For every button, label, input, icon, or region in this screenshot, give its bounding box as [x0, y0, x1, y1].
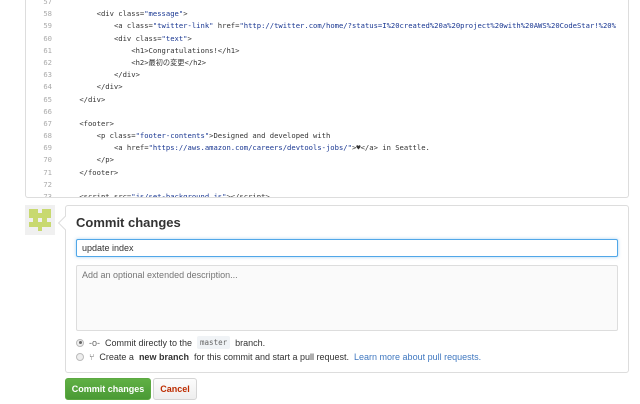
- option-bold-text: new branch: [138, 352, 189, 362]
- line-number[interactable]: 59: [26, 20, 52, 32]
- code-line: 60 <div class="text">: [26, 33, 628, 45]
- option-text: for this commit and start a pull request…: [193, 352, 350, 362]
- git-commit-icon: -o-: [89, 337, 100, 348]
- line-code: <a href="https://aws.amazon.com/careers/…: [113, 143, 430, 153]
- line-code: <div class="message">: [96, 9, 188, 19]
- line-code: </p>: [96, 155, 114, 165]
- code-line: 64 </div>: [26, 81, 628, 93]
- line-code: <div class="text">: [113, 33, 192, 43]
- line-code: <h1>Congratulations!</h1>: [131, 45, 240, 55]
- avatar: [25, 205, 55, 235]
- line-number[interactable]: 58: [26, 8, 52, 20]
- line-code: <a class="twitter-link" href="http://twi…: [113, 21, 616, 31]
- new-branch-option[interactable]: ⑂ Create a new branch for this commit an…: [76, 352, 481, 362]
- line-code: <script src="js/set-background.js"></scr…: [79, 192, 270, 198]
- code-line: 70 </p>: [26, 154, 628, 166]
- line-number[interactable]: 57: [26, 0, 52, 8]
- line-number[interactable]: 73: [26, 191, 52, 197]
- line-code: <h2>最初の変更</h2>: [131, 57, 207, 67]
- line-code: </div>: [79, 94, 106, 104]
- commit-form: Commit changes -o- Commit directly to th…: [65, 205, 629, 373]
- option-text: Commit directly to the: [105, 337, 193, 348]
- learn-more-link[interactable]: Learn more about pull requests.: [354, 352, 481, 362]
- option-text: Create a: [99, 352, 134, 362]
- commit-direct-option[interactable]: -o- Commit directly to the master branch…: [76, 336, 265, 349]
- code-line: 61 <h1>Congratulations!</h1>: [26, 45, 628, 57]
- code-line: 68 <p class="footer-contents">Designed a…: [26, 130, 628, 142]
- pull-request-icon: ⑂: [89, 352, 95, 362]
- line-number[interactable]: 62: [26, 57, 52, 69]
- code-line: 71 </footer>: [26, 167, 628, 179]
- line-number[interactable]: 63: [26, 69, 52, 81]
- code-line: 65 </div>: [26, 94, 628, 106]
- code-line: 59 <a class="twitter-link" href="http://…: [26, 20, 628, 32]
- code-line: 73 <script src="js/set-background.js"></…: [26, 191, 628, 198]
- line-code: </footer>: [79, 167, 119, 177]
- commit-description-textarea[interactable]: [76, 265, 618, 331]
- cancel-button[interactable]: Cancel: [153, 378, 197, 400]
- line-number[interactable]: 70: [26, 154, 52, 166]
- code-line: 58 <div class="message">: [26, 8, 628, 20]
- code-line: 67 <footer>: [26, 118, 628, 130]
- branch-name: master: [197, 336, 231, 349]
- code-line: 69 <a href="https://aws.amazon.com/caree…: [26, 142, 628, 154]
- commit-title: Commit changes: [76, 215, 181, 230]
- line-code: </div>: [113, 70, 140, 80]
- line-code: </div>: [96, 82, 123, 92]
- code-line: 66: [26, 106, 628, 118]
- line-number[interactable]: 61: [26, 45, 52, 57]
- line-number[interactable]: 69: [26, 142, 52, 154]
- code-line: 62 <h2>最初の変更</h2>: [26, 57, 628, 69]
- line-code: <footer>: [79, 118, 114, 128]
- line-number[interactable]: 66: [26, 106, 52, 118]
- commit-changes-button[interactable]: Commit changes: [65, 378, 151, 400]
- line-number[interactable]: 65: [26, 94, 52, 106]
- line-number[interactable]: 71: [26, 167, 52, 179]
- line-number[interactable]: 67: [26, 118, 52, 130]
- code-line: 72: [26, 179, 628, 191]
- new-branch-radio[interactable]: [76, 353, 84, 361]
- commit-direct-radio[interactable]: [76, 338, 84, 347]
- code-viewer: 57 58 <div class="message"> 59 <a class="t…: [25, 0, 629, 198]
- line-code: <p class="footer-contents">Designed and …: [96, 131, 331, 141]
- line-number[interactable]: 60: [26, 33, 52, 45]
- option-text: branch.: [235, 337, 266, 348]
- line-number[interactable]: 64: [26, 81, 52, 93]
- code-line: 63 </div>: [26, 69, 628, 81]
- line-number[interactable]: 68: [26, 130, 52, 142]
- code-line: 57: [26, 0, 628, 8]
- line-number[interactable]: 72: [26, 179, 52, 191]
- commit-message-input[interactable]: [76, 239, 618, 257]
- identicon-cell: [47, 227, 51, 231]
